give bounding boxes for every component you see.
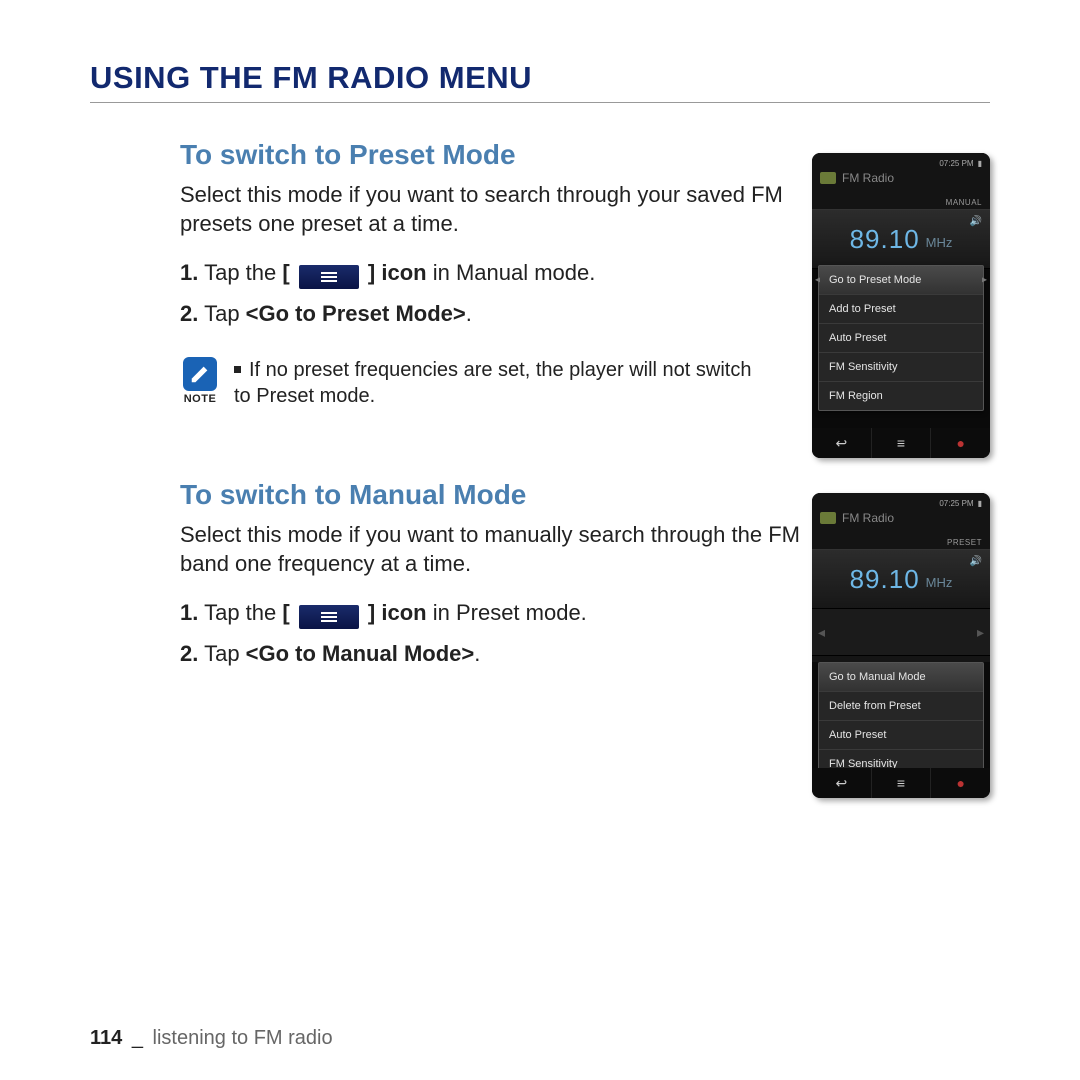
menu-button[interactable]: ≡ (872, 428, 932, 458)
step-text: in Preset mode. (427, 600, 587, 625)
step-text: Tap the (204, 260, 282, 285)
page-footer: 114 _ listening to FM radio (90, 1027, 333, 1050)
record-button[interactable]: ● (931, 428, 990, 458)
step-text: . (466, 301, 472, 326)
section2-intro: Select this mode if you want to manually… (180, 521, 800, 578)
bullet-icon (234, 366, 241, 373)
tuning-bar: ◂▸ (812, 609, 990, 656)
bracket-close: ] (362, 600, 382, 625)
step-number: 1. (180, 600, 198, 625)
menu-item-auto-preset[interactable]: Auto Preset (819, 721, 983, 750)
section-preset-mode: To switch to Preset Mode Select this mod… (180, 139, 990, 409)
step-text: Tap (204, 641, 246, 666)
status-time: 07:25 PM (939, 499, 973, 508)
app-label: FM Radio (842, 511, 894, 525)
mode-tag: PRESET (947, 538, 982, 547)
menu-item-label: Go to Preset Mode (829, 274, 921, 286)
frequency-value: 89.10 (850, 564, 920, 595)
app-label: FM Radio (842, 171, 894, 185)
section1-intro: Select this mode if you want to search t… (180, 181, 800, 238)
note-icon: NOTE (180, 357, 220, 405)
back-button[interactable]: ↩ (812, 428, 872, 458)
menu-button[interactable]: ≡ (872, 768, 932, 798)
battery-icon: ▮ (978, 159, 982, 168)
step-text: . (474, 641, 480, 666)
step-number: 1. (180, 260, 198, 285)
speaker-icon: 🔊 (970, 556, 982, 567)
bracket-close: ] (362, 260, 382, 285)
step-text-bold: <Go to Manual Mode> (246, 641, 475, 666)
step-text-bold: <Go to Preset Mode> (246, 301, 466, 326)
mode-tag: MANUAL (946, 198, 982, 207)
note-label: NOTE (184, 393, 217, 405)
menu-item-go-preset[interactable]: ◂Go to Preset Mode▸ (819, 266, 983, 295)
radio-icon (820, 172, 836, 184)
menu-item-delete-preset[interactable]: Delete from Preset (819, 692, 983, 721)
step-text-bold: icon (381, 600, 426, 625)
step-number: 2. (180, 641, 198, 666)
note-block: NOTE If no preset frequencies are set, t… (180, 357, 760, 409)
context-menu: ◂Go to Preset Mode▸ Add to Preset Auto P… (818, 265, 984, 411)
footer-separator: _ (132, 1027, 143, 1049)
step-text: in Manual mode. (427, 260, 596, 285)
note-body: If no preset frequencies are set, the pl… (234, 359, 751, 407)
frequency-value: 89.10 (850, 224, 920, 255)
page-number: 114 (90, 1027, 122, 1049)
menu-icon (299, 265, 359, 289)
device-navbar: ↩ ≡ ● (812, 768, 990, 798)
step-text: Tap (204, 301, 246, 326)
frequency-unit: MHz (926, 235, 953, 250)
menu-icon (299, 605, 359, 629)
note-text: If no preset frequencies are set, the pl… (234, 357, 760, 409)
back-button[interactable]: ↩ (812, 768, 872, 798)
menu-item-fm-region[interactable]: FM Region (819, 382, 983, 410)
speaker-icon: 🔊 (970, 216, 982, 227)
section-manual-mode: To switch to Manual Mode Select this mod… (180, 479, 990, 667)
device-screenshot-b: 07:25 PM ▮ FM Radio PRESET 🔊 89.10 MHz ◂▸… (812, 493, 990, 798)
bracket-open: [ (282, 600, 295, 625)
chapter-name: listening to FM radio (153, 1027, 333, 1049)
step-text: Tap the (204, 600, 282, 625)
menu-item-go-manual[interactable]: Go to Manual Mode (819, 663, 983, 692)
menu-item-add-preset[interactable]: Add to Preset (819, 295, 983, 324)
radio-icon (820, 512, 836, 524)
device-screenshot-a: 07:25 PM ▮ FM Radio MANUAL 🔊 89.10 MHz ◂G… (812, 153, 990, 458)
frequency-unit: MHz (926, 575, 953, 590)
step-number: 2. (180, 301, 198, 326)
menu-item-fm-sensitivity[interactable]: FM Sensitivity (819, 353, 983, 382)
status-time: 07:25 PM (939, 159, 973, 168)
battery-icon: ▮ (978, 499, 982, 508)
device-navbar: ↩ ≡ ● (812, 428, 990, 458)
page-title: USING THE FM RADIO MENU (90, 60, 990, 103)
step-text-bold: icon (381, 260, 426, 285)
menu-item-auto-preset[interactable]: Auto Preset (819, 324, 983, 353)
bracket-open: [ (282, 260, 295, 285)
record-button[interactable]: ● (931, 768, 990, 798)
